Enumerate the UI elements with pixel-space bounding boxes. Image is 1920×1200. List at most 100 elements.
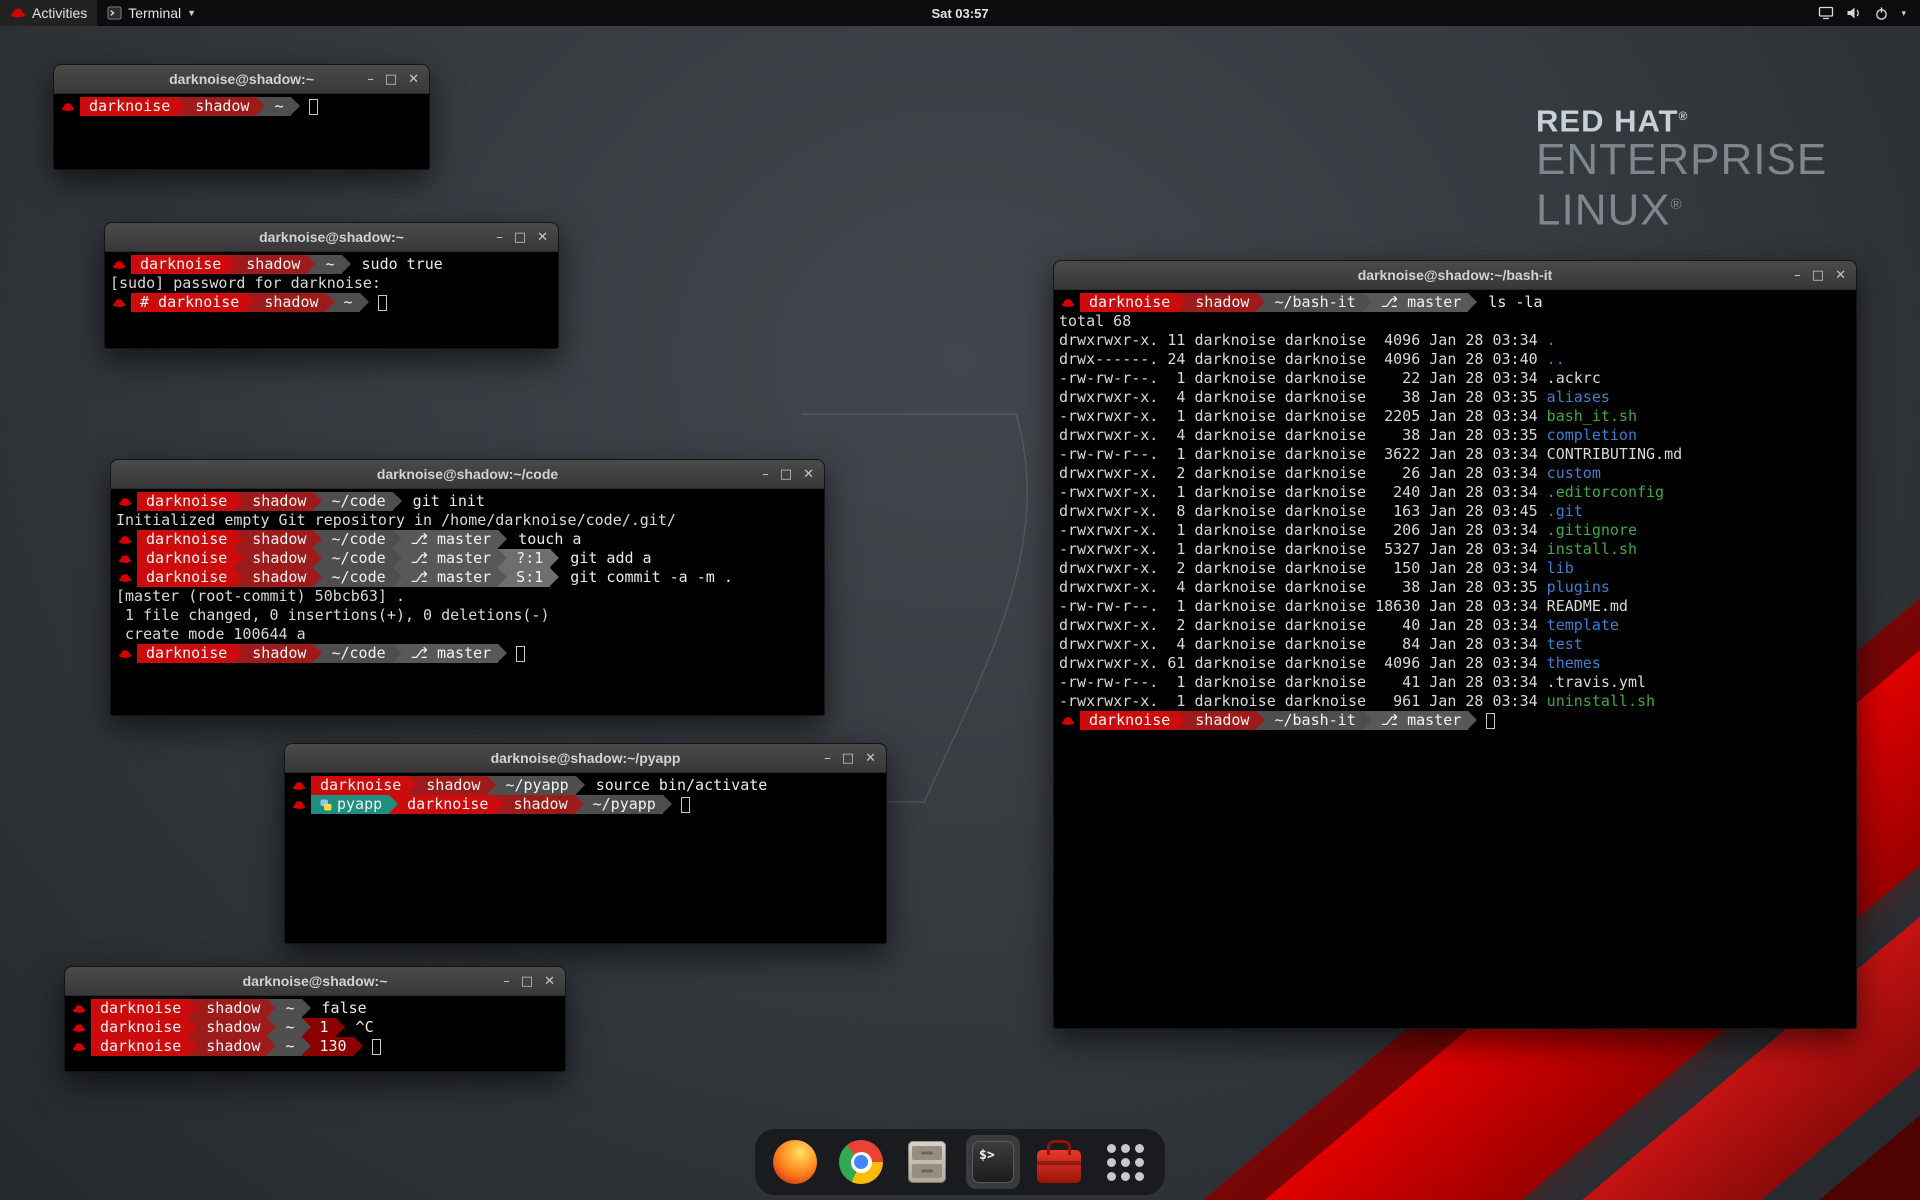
dock-item-show-applications[interactable] [1098, 1135, 1152, 1189]
prompt-line: # darknoiseshadow~ [110, 293, 553, 312]
maximize-button[interactable]: □ [842, 752, 854, 765]
dock-item-firefox[interactable] [768, 1135, 822, 1189]
terminal-cursor [378, 295, 387, 311]
prompt-segment: shadow [243, 568, 313, 587]
terminal-cursor [681, 797, 690, 813]
powerline-arrow-icon [313, 492, 322, 511]
powerline-arrow-icon [495, 795, 504, 814]
maximize-button[interactable]: □ [514, 231, 526, 244]
powerline-arrow-icon [302, 999, 311, 1018]
prompt-segment: ~ [316, 255, 341, 274]
powerline-arrow-icon [326, 293, 335, 312]
powerline-arrow-icon [1256, 711, 1265, 730]
prompt-segment: shadow [197, 1037, 267, 1056]
ls-output-line: drwxrwxr-x. 8 darknoise darknoise 163 Ja… [1059, 502, 1851, 521]
command-text: source bin/activate [585, 776, 768, 795]
titlebar[interactable]: darknoise@shadow:~/code – □ ✕ [111, 460, 824, 489]
close-button[interactable]: ✕ [1835, 269, 1846, 282]
prompt-line: darknoiseshadow~/code⎇ master?:1 git add… [116, 549, 819, 568]
close-button[interactable]: ✕ [544, 975, 555, 988]
command-text: git add a [559, 549, 651, 568]
minimize-button[interactable]: – [367, 73, 374, 86]
powerline-arrow-icon [228, 255, 237, 274]
minimize-button[interactable]: – [762, 468, 769, 481]
prompt-segment: ⎇ master [402, 568, 499, 587]
powerline-arrow-icon [408, 776, 417, 795]
powerline-arrow-icon [188, 1037, 197, 1056]
prompt-segment: shadow [243, 644, 313, 663]
close-button[interactable]: ✕ [537, 231, 548, 244]
ls-output-line: drwx------. 24 darknoise darknoise 4096 … [1059, 350, 1851, 369]
ls-output-line: -rw-rw-r--. 1 darknoise darknoise 3622 J… [1059, 445, 1851, 464]
file-name: .editorconfig [1547, 483, 1664, 501]
maximize-button[interactable]: □ [521, 975, 533, 988]
prompt-segment: 1 [311, 1018, 336, 1037]
rhel-branding: RED HAT® ENTERPRISE LINUX® [1536, 100, 1827, 233]
prompt-line: darknoiseshadow~/code⎇ master [116, 644, 819, 663]
maximize-button[interactable]: □ [385, 73, 397, 86]
prompt-line: darknoiseshadow~/code⎇ master touch a [116, 530, 819, 549]
prompt-segment: shadow [417, 776, 487, 795]
redhat-icon [72, 1003, 86, 1015]
close-button[interactable]: ✕ [408, 73, 419, 86]
prompt-segment: darknoise [137, 492, 234, 511]
ls-output-line: -rw-rw-r--. 1 darknoise darknoise 41 Jan… [1059, 673, 1851, 692]
dock-item-files[interactable] [900, 1135, 954, 1189]
chevron-down-icon: ▾ [1901, 8, 1906, 19]
titlebar[interactable]: darknoise@shadow:~ – □ ✕ [105, 223, 558, 252]
firefox-icon [773, 1140, 817, 1184]
clock[interactable]: Sat 03:57 [931, 6, 988, 21]
dock-item-software[interactable] [1032, 1135, 1086, 1189]
terminal-screen[interactable]: darknoiseshadow~/code git initInitialize… [111, 489, 824, 715]
terminal-cursor [372, 1039, 381, 1055]
powerline-arrow-icon [1256, 293, 1265, 312]
app-grid-icon [1107, 1144, 1144, 1181]
terminal-prompt-glyph: $> [979, 1148, 995, 1163]
terminal-screen[interactable]: darknoiseshadow~/bash-it⎇ master ls -lat… [1054, 290, 1856, 1028]
terminal-screen[interactable]: darknoiseshadow~ [54, 94, 429, 169]
terminal-cursor [309, 99, 318, 115]
display-icon [1818, 6, 1834, 20]
powerline-arrow-icon [498, 568, 507, 587]
minimize-button[interactable]: – [503, 975, 510, 988]
prompt-segment: shadow [237, 255, 307, 274]
dock-item-chrome[interactable] [834, 1135, 888, 1189]
titlebar[interactable]: darknoise@shadow:~/pyapp – □ ✕ [285, 744, 886, 773]
prompt-segment: shadow [197, 999, 267, 1018]
ls-output-line: drwxrwxr-x. 2 darknoise darknoise 150 Ja… [1059, 559, 1851, 578]
prompt-segment: shadow [243, 492, 313, 511]
file-name: .gitignore [1547, 521, 1637, 539]
window-title: darknoise@shadow:~/bash-it [1054, 267, 1856, 283]
chevron-down-icon: ▼ [187, 8, 196, 18]
close-button[interactable]: ✕ [865, 752, 876, 765]
minimize-button[interactable]: – [824, 752, 831, 765]
terminal-screen[interactable]: darknoiseshadow~ falsedarknoiseshadow~1 … [65, 996, 565, 1071]
powerline-arrow-icon [256, 97, 265, 116]
prompt-segment: darknoise [131, 255, 228, 274]
maximize-button[interactable]: □ [1812, 269, 1824, 282]
powerline-arrow-icon [246, 293, 255, 312]
app-menu-terminal[interactable]: Terminal ▼ [97, 0, 206, 26]
powerline-arrow-icon [393, 568, 402, 587]
terminal-output-line: 1 file changed, 0 insertions(+), 0 delet… [116, 606, 819, 625]
terminal-icon [107, 6, 122, 20]
prompt-segment: darknoise [137, 568, 234, 587]
titlebar[interactable]: darknoise@shadow:~ – □ ✕ [54, 65, 429, 94]
prompt-line: darknoiseshadow~/bash-it⎇ master [1059, 711, 1851, 730]
dock-item-terminal[interactable]: $> [966, 1135, 1020, 1189]
maximize-button[interactable]: □ [780, 468, 792, 481]
powerline-arrow-icon [234, 530, 243, 549]
close-button[interactable]: ✕ [803, 468, 814, 481]
system-status-area[interactable]: ▾ [1810, 0, 1914, 26]
activities-button[interactable]: Activities [0, 0, 97, 26]
minimize-button[interactable]: – [1794, 269, 1801, 282]
redhat-icon [118, 648, 132, 660]
terminal-screen[interactable]: darknoiseshadow~/pyapp source bin/activa… [285, 773, 886, 943]
powerline-arrow-icon [313, 530, 322, 549]
prompt-segment: ⎇ master [1372, 293, 1469, 312]
titlebar[interactable]: darknoise@shadow:~ – □ ✕ [65, 967, 565, 996]
powerline-arrow-icon [336, 1018, 345, 1037]
titlebar[interactable]: darknoise@shadow:~/bash-it – □ ✕ [1054, 261, 1856, 290]
terminal-screen[interactable]: darknoiseshadow~ sudo true[sudo] passwor… [105, 252, 558, 348]
minimize-button[interactable]: – [496, 231, 503, 244]
